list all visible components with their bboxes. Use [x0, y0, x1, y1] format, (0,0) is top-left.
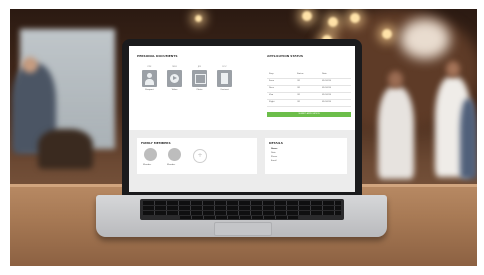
table-header-row: Step Status Date [267, 72, 351, 79]
details-panel: DETAILS Name Date Phone Email [265, 138, 347, 174]
table-cell: Visa [269, 94, 274, 96]
table-cell: 01/02/20 [322, 101, 331, 103]
table-cell: 01/02/20 [322, 94, 331, 96]
table-cell: 01/02/20 [322, 87, 331, 89]
document-card[interactable]: DOC Contract [216, 66, 233, 92]
detail-line: Email [271, 160, 277, 162]
table-cell: OK [297, 101, 300, 103]
ceiling-light [302, 11, 312, 21]
cafe-chair [38, 129, 93, 169]
table-cell: OK [297, 87, 300, 89]
avatar[interactable] [144, 148, 157, 161]
image-icon [192, 70, 207, 87]
detail-line: Date [271, 152, 276, 154]
document-type: JPG [197, 66, 202, 68]
ceiling-light [195, 15, 202, 22]
document-card[interactable]: MP4 Video [166, 66, 183, 92]
status-table: Step Status Date Form OK 01/02/20 Docs O… [267, 72, 351, 107]
spacebar-row [180, 216, 298, 219]
details-heading: DETAILS [269, 141, 283, 145]
members-heading: FAMILY MEMBERS [141, 141, 171, 145]
standing-person-right [378, 87, 414, 179]
table-header-cell: Date [322, 73, 327, 75]
table-row: Form OK 01/02/20 [267, 79, 351, 86]
table-cell: Flight [269, 101, 275, 103]
key-row [143, 201, 341, 205]
screen-bottom-section: FAMILY MEMBERS Member Member + DETAILS N… [129, 130, 355, 192]
table-cell: 01/02/20 [322, 80, 331, 82]
table-header-cell: Status [297, 73, 304, 75]
document-type: PDF [147, 66, 152, 68]
document-card[interactable]: PDF Passport [141, 66, 158, 92]
table-row: Docs OK 01/02/20 [267, 86, 351, 93]
document-type: MP4 [172, 66, 177, 68]
laptop-lid: PERSONAL DOCUMENTS PDF Passport MP4 Vide… [122, 39, 362, 195]
member-name: Member [167, 164, 176, 166]
avatar[interactable] [168, 148, 181, 161]
person-arm [460, 99, 477, 179]
add-member-button[interactable]: + [193, 149, 207, 163]
person-head [22, 57, 38, 73]
table-row: Flight OK 01/02/20 [267, 100, 351, 107]
person-head [388, 71, 403, 88]
table-cell: Form [269, 80, 275, 82]
table-cell: OK [297, 80, 300, 82]
document-type: DOC [222, 66, 227, 68]
document-card[interactable]: JPG Photo [191, 66, 208, 92]
document-icon [217, 70, 232, 87]
detail-line: Name [271, 148, 278, 150]
ceiling-light [382, 29, 392, 39]
member-name: Member [143, 164, 152, 166]
laptop-screen: PERSONAL DOCUMENTS PDF Passport MP4 Vide… [129, 46, 355, 192]
table-row: Visa OK 01/02/20 [267, 93, 351, 100]
documents-heading: PERSONAL DOCUMENTS [137, 54, 178, 58]
document-label: Video [171, 89, 178, 91]
document-label: Contract [220, 89, 229, 91]
submit-button[interactable]: SUBMIT APPLICATION [267, 112, 351, 117]
table-header-cell: Step [269, 73, 274, 75]
person-head [446, 61, 460, 77]
person-icon [142, 70, 157, 87]
play-icon [167, 70, 182, 87]
table-cell: Docs [269, 87, 274, 89]
bright-window-glow [400, 19, 450, 59]
document-label: Passport [145, 89, 154, 91]
detail-line: Phone [271, 156, 278, 158]
members-panel: FAMILY MEMBERS Member Member + [137, 138, 257, 174]
keyboard[interactable] [140, 199, 344, 220]
table-cell: OK [297, 94, 300, 96]
key-row [143, 211, 341, 215]
trackpad[interactable] [214, 222, 272, 236]
ceiling-light [328, 17, 338, 27]
screen-top-section: PERSONAL DOCUMENTS PDF Passport MP4 Vide… [129, 46, 355, 130]
document-label: Photo [196, 89, 203, 91]
ceiling-light [350, 13, 360, 23]
key-row [143, 206, 341, 210]
laptop-base [96, 195, 387, 237]
table-heading: APPLICATION STATUS [267, 54, 304, 58]
